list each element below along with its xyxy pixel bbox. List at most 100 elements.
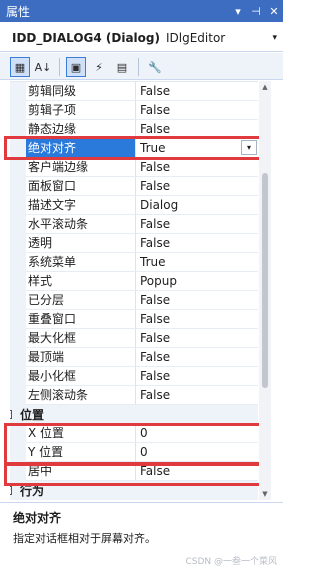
property-value[interactable]: False [136, 234, 258, 253]
property-value[interactable]: False [136, 462, 258, 481]
property-row[interactable]: Y 位置 0 [10, 443, 258, 462]
property-row-selected[interactable]: 绝对对齐 True ▾ [10, 139, 258, 158]
property-row[interactable]: 最顶端 False [10, 348, 258, 367]
property-row[interactable]: 水平滚动条 False [10, 215, 258, 234]
chevron-down-icon: ▾ [246, 143, 251, 152]
chevron-down-icon[interactable]: ▾ [272, 33, 277, 43]
close-icon[interactable]: ✕ [265, 5, 283, 18]
property-row[interactable]: 剪辑同级 False [10, 82, 258, 101]
property-row[interactable]: 最大化框 False [10, 329, 258, 348]
property-name: 透明 [26, 234, 136, 253]
property-name: 绝对对齐 [26, 139, 136, 158]
category-position[interactable]: − 位置 [10, 405, 258, 424]
events-icon[interactable]: ⚡ [89, 57, 109, 77]
window-position-menu-icon[interactable]: ▾ [229, 5, 247, 18]
property-value[interactable]: Dialog [136, 196, 258, 215]
property-value-editor[interactable]: True ▾ [136, 139, 258, 158]
property-row[interactable]: 系统菜单 True [10, 253, 258, 272]
row-gutter [10, 386, 26, 405]
property-value[interactable]: 0 [136, 443, 258, 462]
property-name: 左侧滚动条 [26, 386, 136, 405]
property-name: 水平滚动条 [26, 215, 136, 234]
row-gutter [10, 424, 26, 443]
toolbar-separator [138, 58, 139, 76]
property-value[interactable]: False [136, 367, 258, 386]
property-row[interactable]: X 位置 0 [10, 424, 258, 443]
property-row[interactable]: 客户端边缘 False [10, 158, 258, 177]
property-name: 居中 [26, 462, 136, 481]
category-behavior[interactable]: − 行为 [10, 481, 258, 500]
panel-titlebar: 属性 ▾ ⊣ ✕ [0, 0, 283, 22]
scroll-down-icon[interactable]: ▼ [259, 488, 271, 500]
categorized-icon[interactable]: ▦ [10, 57, 30, 77]
property-name: 最顶端 [26, 348, 136, 367]
row-gutter [10, 158, 26, 177]
property-row[interactable]: 静态边缘 False [10, 120, 258, 139]
row-gutter [10, 329, 26, 348]
property-name: 面板窗口 [26, 177, 136, 196]
alphabetical-icon[interactable]: A↓ [33, 57, 53, 77]
property-value[interactable]: False [136, 158, 258, 177]
object-selector[interactable]: IDD_DIALOG4 (Dialog) IDlgEditor ▾ [0, 24, 283, 52]
wrench-icon[interactable]: 🔧 [145, 57, 165, 77]
property-row[interactable]: 左侧滚动条 False [10, 386, 258, 405]
property-name: 客户端边缘 [26, 158, 136, 177]
collapse-icon[interactable]: − [10, 486, 12, 495]
object-name: IDD_DIALOG4 (Dialog) [12, 30, 160, 45]
property-row[interactable]: 描述文字 Dialog [10, 196, 258, 215]
property-row[interactable]: 透明 False [10, 234, 258, 253]
property-value[interactable]: False [136, 82, 258, 101]
property-value[interactable]: False [136, 291, 258, 310]
row-gutter [10, 177, 26, 196]
category-label: 行为 [20, 484, 45, 498]
vertical-scrollbar[interactable]: ▲ ▼ [259, 81, 271, 500]
property-value[interactable]: 0 [136, 424, 258, 443]
property-name: 静态边缘 [26, 120, 136, 139]
property-row[interactable]: 样式 Popup [10, 272, 258, 291]
property-row[interactable]: 面板窗口 False [10, 177, 258, 196]
property-name: 最大化框 [26, 329, 136, 348]
property-toolbar: ▦ A↓ ▣ ⚡ ▤ 🔧 [0, 53, 283, 80]
property-value[interactable]: True [136, 253, 258, 272]
object-type: IDlgEditor [165, 30, 226, 45]
property-value[interactable]: False [136, 120, 258, 139]
row-gutter [10, 348, 26, 367]
row-gutter [10, 215, 26, 234]
property-value[interactable]: Popup [136, 272, 258, 291]
messages-icon[interactable]: ▤ [112, 57, 132, 77]
row-gutter [10, 462, 26, 481]
property-value[interactable]: False [136, 348, 258, 367]
row-gutter [10, 139, 26, 158]
property-value[interactable]: False [136, 386, 258, 405]
category-label: 位置 [20, 408, 45, 422]
row-gutter [10, 82, 26, 101]
panel-title: 属性 [6, 4, 31, 19]
property-grid: 剪辑同级 False 剪辑子项 False 静态边缘 False 绝对对齐 True ▾ … [10, 81, 258, 501]
property-name: 剪辑子项 [26, 101, 136, 120]
row-gutter [10, 101, 26, 120]
row-gutter [10, 272, 26, 291]
row-gutter [10, 234, 26, 253]
property-name: 系统菜单 [26, 253, 136, 272]
scrollbar-thumb[interactable] [262, 173, 268, 388]
property-value[interactable]: False [136, 101, 258, 120]
property-row[interactable]: 居中 False [10, 462, 258, 481]
property-value[interactable]: False [136, 177, 258, 196]
pin-icon[interactable]: ⊣ [247, 5, 265, 18]
property-value[interactable]: False [136, 310, 258, 329]
scroll-up-icon[interactable]: ▲ [259, 81, 271, 93]
properties-icon[interactable]: ▣ [66, 57, 86, 77]
property-value[interactable]: False [136, 215, 258, 234]
property-value: True [140, 141, 166, 155]
dropdown-button[interactable]: ▾ [241, 140, 257, 155]
property-value[interactable]: False [136, 329, 258, 348]
property-row[interactable]: 剪辑子项 False [10, 101, 258, 120]
watermark: CSDN @一叁一个菜风 [185, 557, 277, 567]
property-row[interactable]: 重叠窗口 False [10, 310, 258, 329]
property-name: 重叠窗口 [26, 310, 136, 329]
collapse-icon[interactable]: − [10, 410, 12, 419]
property-row[interactable]: 已分层 False [10, 291, 258, 310]
row-gutter [10, 196, 26, 215]
property-row[interactable]: 最小化框 False [10, 367, 258, 386]
description-text: 指定对话框相对于屏幕对齐。 [13, 532, 156, 545]
